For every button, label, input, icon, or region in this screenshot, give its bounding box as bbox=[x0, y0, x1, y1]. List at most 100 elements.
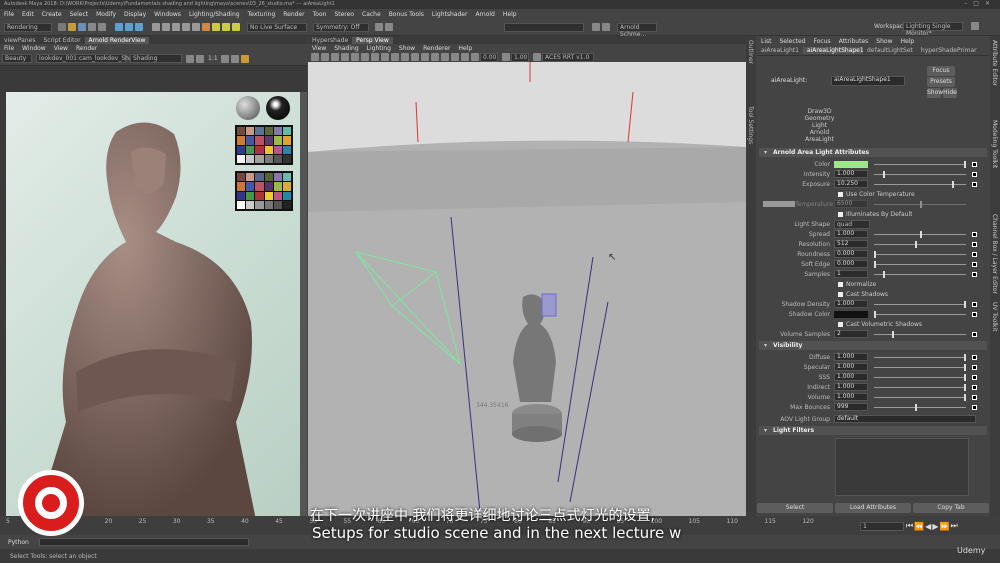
command-input[interactable] bbox=[38, 538, 249, 546]
max-bounces-slider[interactable] bbox=[874, 403, 966, 411]
ae-tab-0[interactable]: aiAreaLight1 bbox=[757, 47, 803, 54]
snap-surface-icon[interactable] bbox=[192, 23, 200, 31]
open-scene-icon[interactable] bbox=[68, 23, 76, 31]
menu-lightingshading[interactable]: Lighting/Shading bbox=[185, 11, 244, 18]
section-area-light[interactable]: Arnold Area Light Attributes bbox=[759, 148, 987, 157]
resolution-slider[interactable] bbox=[874, 240, 966, 248]
volume-map-icon[interactable] bbox=[972, 394, 977, 400]
light-filters-list[interactable] bbox=[835, 438, 969, 496]
menu-select[interactable]: Select bbox=[66, 11, 93, 18]
step-forward-icon[interactable]: ⏩ bbox=[939, 522, 950, 531]
menu-lightshader[interactable]: Lightshader bbox=[428, 11, 472, 18]
menu-toon[interactable]: Toon bbox=[309, 11, 331, 18]
menu-set-select[interactable]: Rendering bbox=[4, 22, 52, 32]
current-frame-field[interactable]: 1 bbox=[860, 522, 904, 531]
view-transform-select[interactable]: ACES RRT v1.0 bbox=[542, 52, 594, 62]
spread-slider-knob[interactable] bbox=[920, 230, 922, 238]
viewport-menu-show[interactable]: Show bbox=[395, 45, 419, 52]
select-camera-icon[interactable] bbox=[311, 53, 319, 61]
menu-edit[interactable]: Edit bbox=[18, 11, 38, 18]
specular-slider[interactable] bbox=[874, 363, 967, 371]
intensity-slider-knob[interactable] bbox=[883, 170, 886, 178]
smooth-shade-icon[interactable] bbox=[391, 53, 399, 61]
viewport-menu-renderer[interactable]: Renderer bbox=[419, 45, 454, 52]
diffuse-map-icon[interactable] bbox=[972, 354, 977, 360]
viewport-tab-0[interactable]: Hypershade bbox=[308, 37, 352, 44]
viewport-tab-1[interactable]: Persp View bbox=[352, 36, 393, 44]
camera-attributes-icon[interactable] bbox=[321, 53, 329, 61]
play-back-icon[interactable]: ◀ bbox=[925, 522, 932, 531]
isolate-icon[interactable] bbox=[451, 53, 459, 61]
roundness-field[interactable]: 0.000 bbox=[834, 250, 868, 258]
wireframe-icon[interactable] bbox=[381, 53, 389, 61]
volume-samples-slider-knob[interactable] bbox=[892, 330, 895, 338]
gamma-field[interactable]: 1.00 bbox=[511, 52, 529, 62]
resolution-field[interactable]: 512 bbox=[834, 240, 868, 248]
undo-icon[interactable] bbox=[88, 23, 96, 31]
sss-field[interactable]: 1.000 bbox=[834, 373, 868, 381]
specular-map-icon[interactable] bbox=[972, 364, 977, 370]
node-name-field[interactable]: aiAreaLightShape1 bbox=[831, 76, 905, 86]
go-end-icon[interactable]: ⏭ bbox=[950, 521, 958, 531]
menu-cache[interactable]: Cache bbox=[358, 11, 385, 18]
samples-slider[interactable] bbox=[874, 270, 966, 278]
render-menu-file[interactable]: File bbox=[0, 45, 18, 52]
go-start-icon[interactable]: ⏮ bbox=[906, 521, 914, 531]
temperature-field[interactable]: 6500 bbox=[834, 200, 868, 208]
roundness-map-icon[interactable] bbox=[972, 251, 977, 257]
select-object-icon[interactable] bbox=[125, 23, 133, 31]
crop-icon[interactable] bbox=[220, 54, 229, 63]
exposure-field[interactable]: 0.00 bbox=[480, 52, 498, 62]
soft-edge-slider-knob[interactable] bbox=[874, 260, 876, 268]
layout-icon[interactable] bbox=[602, 23, 610, 31]
tab-tool-settings[interactable]: Tool Settings bbox=[747, 106, 754, 144]
step-back-icon[interactable]: ⏪ bbox=[914, 522, 925, 531]
select-component-icon[interactable] bbox=[135, 23, 143, 31]
ae-menu-list[interactable]: List bbox=[757, 38, 776, 45]
indirect-slider-knob[interactable] bbox=[964, 383, 967, 391]
exposure-icon[interactable] bbox=[471, 53, 479, 61]
viewport-menu-view[interactable]: View bbox=[308, 45, 330, 52]
ae-menu-attributes[interactable]: Attributes bbox=[835, 38, 873, 45]
menu-texturing[interactable]: Texturing bbox=[244, 11, 280, 18]
samples-field[interactable]: 1 bbox=[834, 270, 868, 278]
side-tab-3[interactable]: UV Toolkit bbox=[991, 302, 998, 332]
shadow-color-swatch[interactable] bbox=[834, 310, 868, 318]
spread-slider[interactable] bbox=[874, 230, 966, 238]
roundness-slider-knob[interactable] bbox=[874, 250, 876, 258]
color-slider[interactable] bbox=[874, 160, 967, 168]
playback-controls[interactable]: ⏮ ⏪ ◀ ▶ ⏩ ⏭ bbox=[906, 521, 959, 531]
side-tab-1[interactable]: Modeling Toolkit bbox=[991, 120, 998, 168]
camera-select[interactable]: lookdev_001:cam_lookdev_Shape1 bbox=[36, 54, 144, 63]
temperature-slider-knob[interactable] bbox=[920, 200, 922, 208]
ae-tab-1[interactable]: aiAreaLightShape1 bbox=[802, 47, 863, 54]
ae-menu-help[interactable]: Help bbox=[896, 38, 918, 45]
workspace-select[interactable]: Lighting Single Monitor* bbox=[903, 22, 963, 37]
normalize-checkbox[interactable] bbox=[838, 281, 843, 287]
indirect-map-icon[interactable] bbox=[972, 384, 977, 390]
select-hierarchy-icon[interactable] bbox=[115, 23, 123, 31]
snap-point-icon[interactable] bbox=[172, 23, 180, 31]
hide-button[interactable]: Hide bbox=[943, 88, 957, 98]
viewport-menu-help[interactable]: Help bbox=[454, 45, 476, 52]
load-attributes-button[interactable]: Load Attributes bbox=[835, 503, 911, 513]
sss-map-icon[interactable] bbox=[972, 374, 977, 380]
exposure-field[interactable]: 10.250 bbox=[834, 180, 868, 188]
exposure-map-icon[interactable] bbox=[972, 181, 977, 187]
film-gate-icon[interactable] bbox=[361, 53, 369, 61]
intensity-field[interactable]: 1.000 bbox=[834, 170, 868, 178]
soft-edge-slider[interactable] bbox=[874, 260, 966, 268]
snap-view-icon[interactable] bbox=[182, 23, 190, 31]
temperature-slider[interactable] bbox=[874, 200, 966, 208]
viewport-menu-shading[interactable]: Shading bbox=[330, 45, 362, 52]
color-management-icon[interactable] bbox=[533, 53, 541, 61]
light-shape-select[interactable]: quad bbox=[834, 219, 870, 229]
render-menu-window[interactable]: Window bbox=[18, 45, 50, 52]
intensity-slider[interactable] bbox=[874, 170, 966, 178]
color-swatch[interactable] bbox=[834, 160, 868, 168]
menu-windows[interactable]: Windows bbox=[150, 11, 185, 18]
volume-field[interactable]: 1.000 bbox=[834, 393, 868, 401]
ae-menu-focus[interactable]: Focus bbox=[810, 38, 835, 45]
section-light-filters[interactable]: Light Filters bbox=[759, 426, 987, 435]
ao-icon[interactable] bbox=[431, 53, 439, 61]
